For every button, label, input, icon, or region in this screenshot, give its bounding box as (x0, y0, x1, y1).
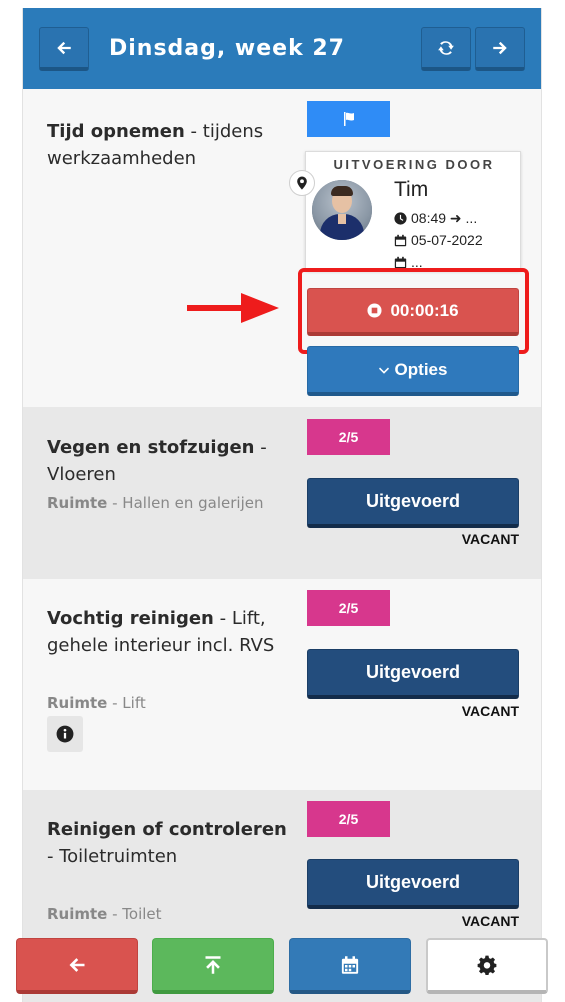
done-button[interactable]: Uitgevoerd (307, 649, 519, 699)
task-name: Vegen en stofzuigen - Vloeren (47, 437, 267, 485)
calendar-icon (341, 955, 359, 974)
count-badge: 2/5 (307, 801, 390, 837)
status-label: VACANT (461, 703, 519, 719)
count-badge: 2/5 (307, 590, 390, 626)
arrow-left-icon (57, 41, 71, 54)
arrow-left-icon (69, 957, 85, 972)
task-name: Reinigen of controleren - Toiletruimten (47, 819, 287, 867)
clock-icon (394, 212, 407, 225)
info-button[interactable] (47, 716, 83, 752)
task-name: Tijd opnemen - tijdens werkzaamheden (47, 121, 264, 169)
scroll-top-button[interactable] (152, 938, 274, 994)
chevron-down-icon (378, 367, 389, 374)
page-title: Dinsdag, week 27 (109, 36, 345, 61)
location-pin-button[interactable] (289, 170, 315, 196)
list-item: Vegen en stofzuigen - Vloeren Ruimte - H… (23, 407, 541, 579)
executor-card: UITVOERING DOOR Tim 08:49 ➜ ... 05-07-20… (305, 151, 521, 271)
start-date: 05-07-2022 (394, 232, 483, 248)
done-button[interactable]: Uitgevoerd (307, 859, 519, 909)
map-marker-icon (297, 176, 307, 190)
executed-by-label: UITVOERING DOOR (333, 157, 495, 172)
task-room: Ruimte - Lift (47, 694, 146, 712)
header-bar: Dinsdag, week 27 (23, 8, 541, 89)
settings-button[interactable] (426, 938, 548, 994)
footer-toolbar (0, 926, 565, 1002)
options-button[interactable]: Opties (307, 346, 519, 396)
calendar-icon (394, 234, 407, 246)
priority-tag (307, 101, 390, 137)
list-item: Vochtig reinigen - Lift, gehele interieu… (23, 579, 541, 790)
calendar-button[interactable] (289, 938, 411, 994)
flag-icon (343, 112, 354, 126)
done-button[interactable]: Uitgevoerd (307, 478, 519, 528)
status-label: VACANT (461, 531, 519, 547)
gear-icon (477, 955, 497, 975)
task-room: Ruimte - Hallen en galerijen (47, 494, 264, 512)
pointer-arrow-icon (187, 293, 279, 323)
timer-highlight-box (298, 268, 529, 354)
arrow-right-icon (493, 41, 507, 54)
arrow-up-to-top-icon (205, 955, 221, 974)
previous-day-button[interactable] (39, 27, 89, 71)
next-day-button[interactable] (475, 27, 525, 71)
refresh-button[interactable] (421, 27, 471, 71)
avatar (312, 180, 372, 240)
count-badge: 2/5 (307, 419, 390, 455)
info-icon (56, 725, 74, 743)
back-button[interactable] (16, 938, 138, 994)
executor-name: Tim (394, 178, 429, 201)
start-time: 08:49 ➜ ... (394, 210, 477, 227)
task-name: Vochtig reinigen - Lift, gehele interieu… (47, 608, 275, 656)
calendar-icon (394, 256, 407, 268)
refresh-icon (438, 40, 454, 55)
task-room: Ruimte - Toilet (47, 905, 162, 923)
app-container: Dinsdag, week 27 Tijd opnemen - tijdens … (22, 8, 542, 1002)
